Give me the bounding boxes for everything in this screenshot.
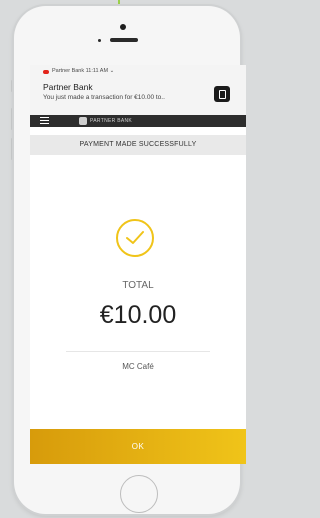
app-bar: PARTNER BANK — [30, 115, 246, 127]
notification-title: Partner Bank — [43, 82, 93, 92]
phone-screen: Partner Bank 11:11 AM ⌄ Partner Bank You… — [30, 65, 246, 464]
earpiece-speaker — [110, 38, 138, 42]
payment-amount: €10.00 — [99, 301, 177, 329]
total-label: TOTAL — [122, 280, 154, 291]
partner-bank-app-icon — [214, 86, 230, 102]
proximity-sensor — [98, 39, 101, 42]
notification-time: 11:11 AM — [85, 68, 109, 74]
menu-icon[interactable] — [40, 117, 49, 125]
merchant-name: MC Café — [122, 362, 154, 371]
brand-logo-icon — [79, 117, 87, 125]
checkmark-icon — [116, 219, 154, 257]
ok-button[interactable]: OK — [30, 429, 246, 464]
notification-app-name: Partner Bank — [52, 68, 85, 74]
home-button[interactable] — [120, 475, 158, 513]
brand-text: PARTNER BANK — [90, 118, 133, 124]
chevron-down-icon[interactable]: ⌄ — [110, 68, 115, 74]
divider — [66, 351, 210, 352]
payment-status-header: PAYMENT MADE SUCCESSFULLY — [30, 135, 246, 155]
front-camera — [120, 24, 126, 30]
notification-meta: Partner Bank 11:11 AM ⌄ — [52, 68, 114, 74]
partner-bank-small-icon — [43, 70, 49, 74]
notification-banner[interactable]: Partner Bank 11:11 AM ⌄ Partner Bank You… — [30, 65, 246, 115]
notification-message: You just made a transaction for €10.00 t… — [43, 94, 165, 101]
